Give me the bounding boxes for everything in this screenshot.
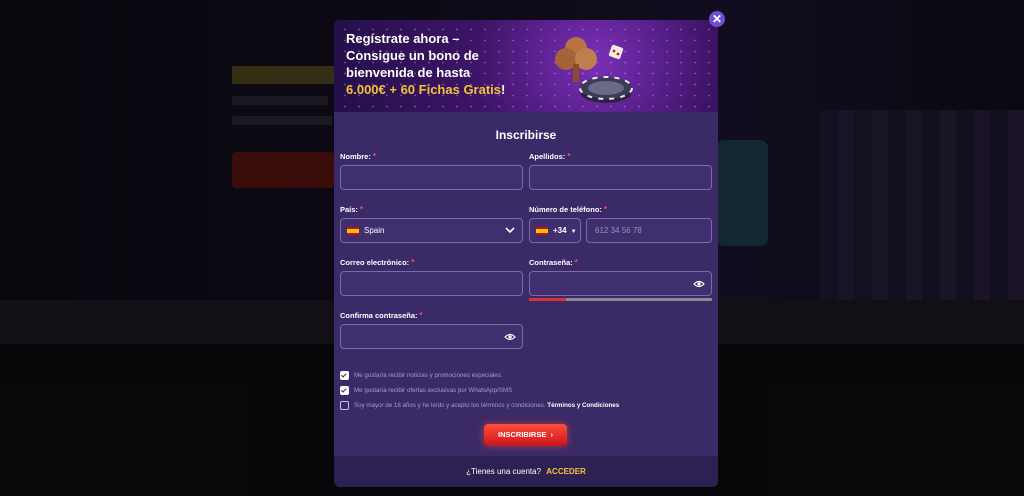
- consent-text: Soy mayor de 18 años y he leído y acepto…: [354, 402, 619, 409]
- email-field[interactable]: [340, 271, 523, 296]
- password-strength-bar: [529, 298, 712, 301]
- country-select[interactable]: Spain: [340, 218, 523, 243]
- terms-text: Soy mayor de 18 años y he leído y acepto…: [354, 402, 548, 409]
- login-link[interactable]: ACCEDER: [546, 467, 586, 476]
- required-mark: *: [359, 205, 364, 214]
- password-input[interactable]: [530, 272, 711, 295]
- terms-link[interactable]: Términos y Condiciones: [547, 402, 619, 409]
- last-name-field[interactable]: [529, 165, 712, 190]
- confirm-password-field[interactable]: [340, 324, 523, 349]
- password-field[interactable]: [529, 271, 712, 296]
- required-mark: *: [372, 152, 376, 161]
- signup-modal: Regístrate ahora – Consigue un bono de b…: [334, 20, 718, 487]
- confirm-password-label: Confirma contraseña: *: [340, 311, 423, 320]
- last-name-input[interactable]: [530, 166, 711, 189]
- phone-input[interactable]: [587, 219, 711, 242]
- promo-text: Regístrate ahora – Consigue un bono de b…: [346, 30, 526, 98]
- eye-icon[interactable]: [693, 278, 705, 290]
- first-name-input[interactable]: [341, 166, 522, 189]
- email-input[interactable]: [341, 272, 522, 295]
- required-mark: *: [574, 258, 578, 267]
- promo-exclamation: !: [501, 82, 506, 97]
- country-label: País: *: [340, 205, 364, 214]
- chevron-right-icon: ›: [550, 430, 554, 439]
- password-strength-fill: [529, 298, 566, 301]
- last-name-label: Apellidos: *: [529, 152, 571, 161]
- form-title: Inscribirse: [495, 128, 557, 142]
- close-icon[interactable]: ✕: [709, 11, 725, 27]
- phone-code-value: +34: [553, 226, 567, 235]
- phone-code-select[interactable]: +34 ▼: [529, 218, 581, 243]
- promo-banner: Regístrate ahora – Consigue un bono de b…: [334, 20, 718, 112]
- required-mark: *: [567, 152, 571, 161]
- spain-flag-icon: [536, 226, 548, 235]
- spain-flag-icon: [347, 226, 359, 235]
- confirm-password-input[interactable]: [341, 325, 522, 348]
- promo-bonus: 6.000€ + 60 Fichas Gratis: [346, 82, 502, 97]
- casino-chips-illustration: [555, 37, 633, 103]
- required-mark: *: [419, 311, 423, 320]
- chevron-down-icon: [505, 227, 515, 234]
- password-label: Contraseña: *: [529, 258, 578, 267]
- consent-text: Me gustaría recibir noticias y promocion…: [354, 372, 503, 379]
- checkbox[interactable]: [340, 386, 349, 395]
- consent-whatsapp[interactable]: Me gustaría recibir ofertas exclusivas p…: [340, 386, 512, 395]
- consent-text: Me gustaría recibir ofertas exclusivas p…: [354, 387, 513, 394]
- consent-news[interactable]: Me gustaría recibir noticias y promocion…: [340, 371, 503, 380]
- promo-line: bienvenida de hasta: [346, 65, 471, 80]
- promo-bonus-line: 6.000€ + 60 Fichas Gratis!: [346, 81, 526, 98]
- required-mark: *: [411, 258, 415, 267]
- login-question: ¿Tienes una cuenta?: [466, 467, 542, 476]
- promo-line: Consigue un bono de: [346, 48, 479, 63]
- checkbox[interactable]: [340, 371, 349, 380]
- phone-field[interactable]: [586, 218, 712, 243]
- promo-line: Regístrate ahora –: [346, 31, 460, 46]
- caret-down-icon: ▼: [570, 229, 577, 235]
- phone-label: Número de teléfono: *: [529, 205, 608, 214]
- consent-terms[interactable]: Soy mayor de 18 años y he leído y acepto…: [340, 401, 619, 410]
- required-mark: *: [603, 205, 608, 214]
- login-footer: ¿Tienes una cuenta? ACCEDER: [334, 456, 718, 487]
- country-value: Spain: [364, 226, 385, 235]
- email-label: Correo electrónico: *: [340, 258, 415, 267]
- first-name-field[interactable]: [340, 165, 523, 190]
- checkbox[interactable]: [340, 401, 349, 410]
- first-name-label: Nombre: *: [340, 152, 376, 161]
- eye-icon[interactable]: [504, 331, 516, 343]
- signup-button[interactable]: INSCRIBIRSE ›: [484, 424, 567, 446]
- signup-button-label: INSCRIBIRSE: [497, 430, 547, 439]
